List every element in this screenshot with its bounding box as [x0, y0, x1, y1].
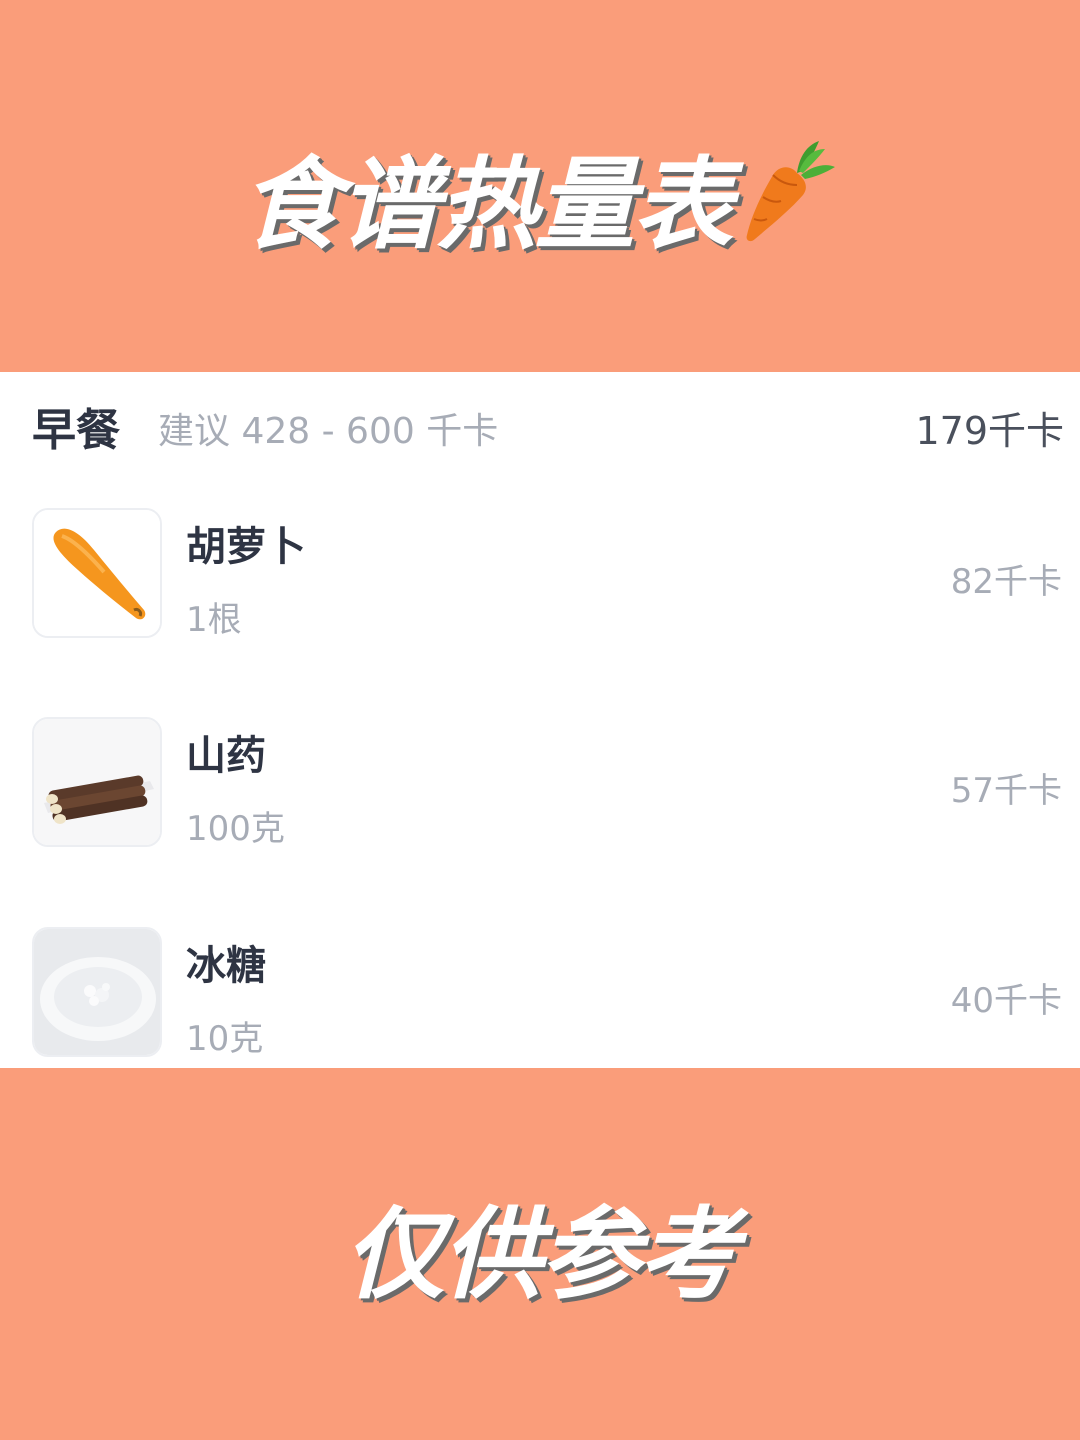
meal-panel: 早餐 建议 428 - 600 千卡 179千卡 胡萝卜 1根 82千卡 山药 …: [0, 372, 1080, 1068]
page-title: 食谱热量表: [241, 145, 733, 263]
food-calories: 57千卡: [950, 771, 1062, 811]
carrot-image: [32, 508, 162, 638]
food-name: 冰糖: [186, 943, 266, 989]
carrot-icon: [746, 141, 835, 242]
food-quantity: 100克: [186, 809, 285, 849]
meal-total-calories: 179千卡: [915, 409, 1064, 453]
title-row: 食谱热量表: [0, 130, 1080, 263]
food-row[interactable]: 胡萝卜 1根 82千卡: [0, 508, 1080, 640]
food-calories: 40千卡: [950, 981, 1062, 1021]
food-name: 胡萝卜: [186, 524, 306, 570]
footer-text: 仅供参考: [344, 1195, 738, 1313]
meal-suggestion: 建议 428 - 600 千卡: [158, 411, 499, 452]
food-quantity: 1根: [186, 600, 242, 640]
food-calories: 82千卡: [950, 562, 1062, 602]
rock-sugar-image: [32, 927, 162, 1057]
food-row[interactable]: 冰糖 10克 40千卡: [0, 927, 1080, 1059]
food-row[interactable]: 山药 100克 57千卡: [0, 717, 1080, 849]
food-quantity: 10克: [186, 1019, 264, 1059]
footer-row: 仅供参考: [0, 1180, 1080, 1313]
yam-image: [32, 717, 162, 847]
food-name: 山药: [186, 733, 266, 779]
meal-name: 早餐: [32, 405, 120, 456]
meal-header: 早餐 建议 428 - 600 千卡 179千卡: [0, 372, 1080, 472]
